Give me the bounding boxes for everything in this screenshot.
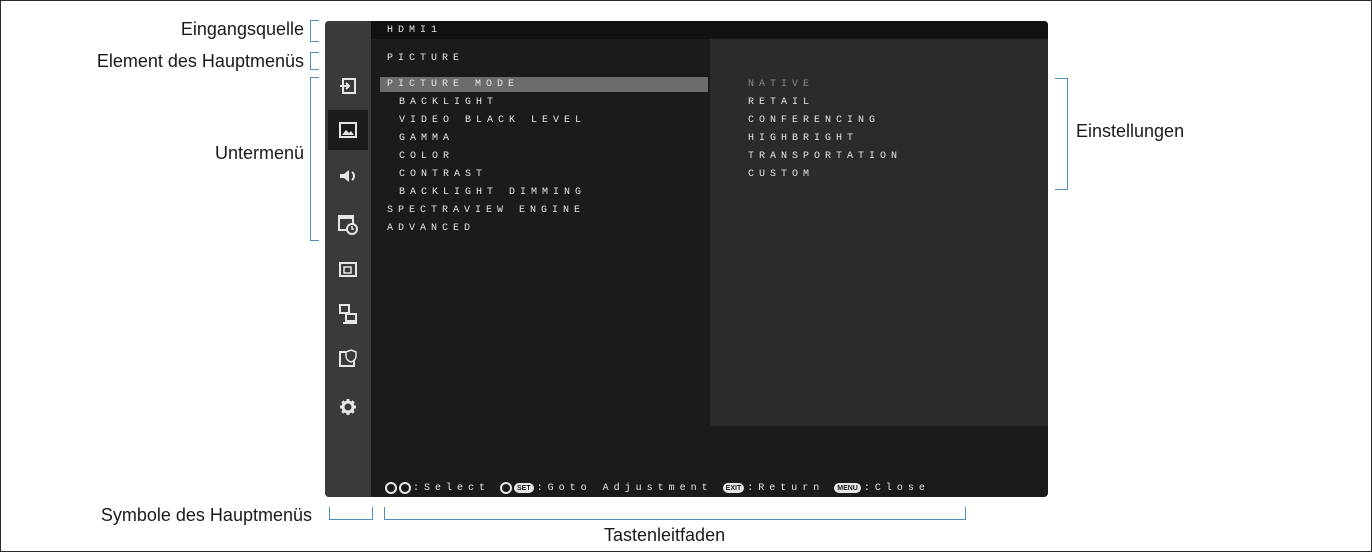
bracket-submenu: [310, 77, 319, 241]
audio-icon[interactable]: [335, 163, 361, 189]
guide-close: :Close: [863, 482, 930, 494]
menu-key-icon: MENU: [834, 483, 861, 493]
control-icon[interactable]: [335, 301, 361, 327]
bracket-main-menu-item: [310, 52, 319, 70]
down-arrow-icon: [399, 482, 411, 494]
bracket-key-guide: [384, 507, 966, 520]
set-key-icon: SET: [514, 483, 534, 493]
bracket-settings: [1055, 78, 1068, 190]
setting-option-retail[interactable]: RETAIL: [748, 97, 814, 108]
key-guide-bar: :Select SET :Goto Adjustment EXIT :Retur…: [371, 479, 1048, 497]
submenu-item-picture-mode[interactable]: PICTURE MODE: [380, 77, 708, 92]
protect-icon[interactable]: [335, 345, 361, 371]
callout-submenu: Untermenü: [214, 143, 304, 163]
picture-icon[interactable]: [328, 110, 368, 150]
callout-main-menu-icons: Symbole des Hauptmenüs: [100, 505, 312, 525]
callout-key-guide: Tastenleitfaden: [604, 525, 726, 545]
bracket-input-source: [310, 20, 319, 42]
osd-menu: HDMI1 PICTURE PICTURE MODE BACKLIGHT VID…: [325, 21, 1048, 497]
callout-main-menu-item: Element des Hauptmenüs: [96, 51, 304, 71]
guide-return: :Return: [747, 482, 825, 494]
exit-key-icon: EXIT: [722, 483, 745, 493]
setting-option-native[interactable]: NATIVE: [748, 79, 814, 90]
up-arrow-icon: [385, 482, 397, 494]
setting-option-custom[interactable]: CUSTOM: [748, 169, 814, 180]
setting-option-highbright[interactable]: HIGHBRIGHT: [748, 133, 858, 144]
callout-input-source: Eingangsquelle: [180, 19, 304, 39]
guide-select: :Select: [413, 482, 491, 494]
bracket-main-menu-icons: [329, 507, 373, 520]
main-menu-item-label: PICTURE: [387, 53, 465, 64]
input-source-label: HDMI1: [387, 25, 443, 36]
main-menu-icon-bar: [325, 21, 371, 497]
guide-goto: :Goto Adjustment: [536, 482, 713, 494]
multi-input-icon[interactable]: [335, 257, 361, 283]
plus-icon: [500, 482, 513, 494]
schedule-icon[interactable]: [335, 211, 361, 237]
input-icon[interactable]: [335, 73, 361, 99]
callout-settings: Einstellungen: [1076, 121, 1185, 141]
system-icon[interactable]: [335, 394, 361, 420]
setting-option-conferencing[interactable]: CONFERENCING: [748, 115, 880, 126]
osd-topbar: [371, 21, 1048, 39]
setting-option-transportation[interactable]: TRANSPORTATION: [748, 151, 902, 162]
